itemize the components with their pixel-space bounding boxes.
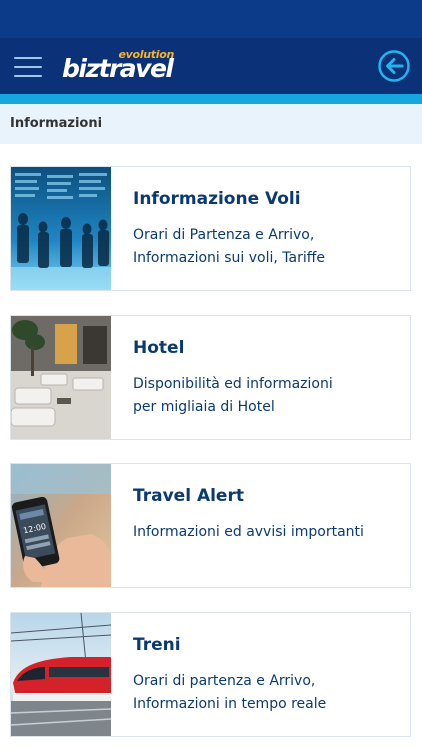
back-arrow-circle-icon[interactable] <box>378 50 410 82</box>
card-description: Informazioni ed avvisi importanti <box>133 521 403 544</box>
card-treni[interactable]: Treni Orari di partenza e Arrivo, Inform… <box>10 612 411 737</box>
smartphone-hand-photo: 12:00 <box>11 464 111 587</box>
card-description-line: Informazioni ed avvisi importanti <box>133 524 364 540</box>
card-description-line: Informazioni in tempo reale <box>133 696 327 712</box>
card-title: Treni <box>133 635 181 655</box>
menu-line <box>14 75 42 77</box>
red-train-photo <box>11 613 111 736</box>
menu-line <box>14 66 42 68</box>
card-title: Informazione Voli <box>133 189 301 209</box>
logo-wordmark: biztravel <box>62 54 174 83</box>
section-title: Informazioni <box>10 116 103 131</box>
status-bar <box>0 0 422 38</box>
card-description-line: Disponibilità ed informazioni <box>133 376 333 392</box>
menu-line <box>14 57 42 59</box>
biztravel-logo: evolution biztravel <box>60 48 180 83</box>
card-title: Travel Alert <box>133 486 244 506</box>
card-description-line: per migliaia di Hotel <box>133 399 275 415</box>
card-description-line: Informazioni sui voli, Tariffe <box>133 250 325 266</box>
card-hotel[interactable]: Hotel Disponibilità ed informazioni per … <box>10 315 411 440</box>
card-travel-alert[interactable]: 12:00 Travel Alert Informazioni ed avvis… <box>10 463 411 588</box>
card-informazione-voli[interactable]: Informazione Voli Orari di Partenza e Ar… <box>10 166 411 291</box>
card-description-line: Orari di partenza e Arrivo, <box>133 673 316 689</box>
hamburger-menu-icon[interactable] <box>14 55 42 79</box>
card-title: Hotel <box>133 338 185 358</box>
card-description: Orari di Partenza e Arrivo, Informazioni… <box>133 224 403 270</box>
card-description: Disponibilità ed informazioni per miglia… <box>133 373 403 419</box>
card-description-line: Orari di Partenza e Arrivo, <box>133 227 315 243</box>
departure-board-photo <box>11 167 111 290</box>
hotel-lobby-photo <box>11 316 111 439</box>
header-accent-bar <box>0 94 422 104</box>
card-description: Orari di partenza e Arrivo, Informazioni… <box>133 670 403 716</box>
